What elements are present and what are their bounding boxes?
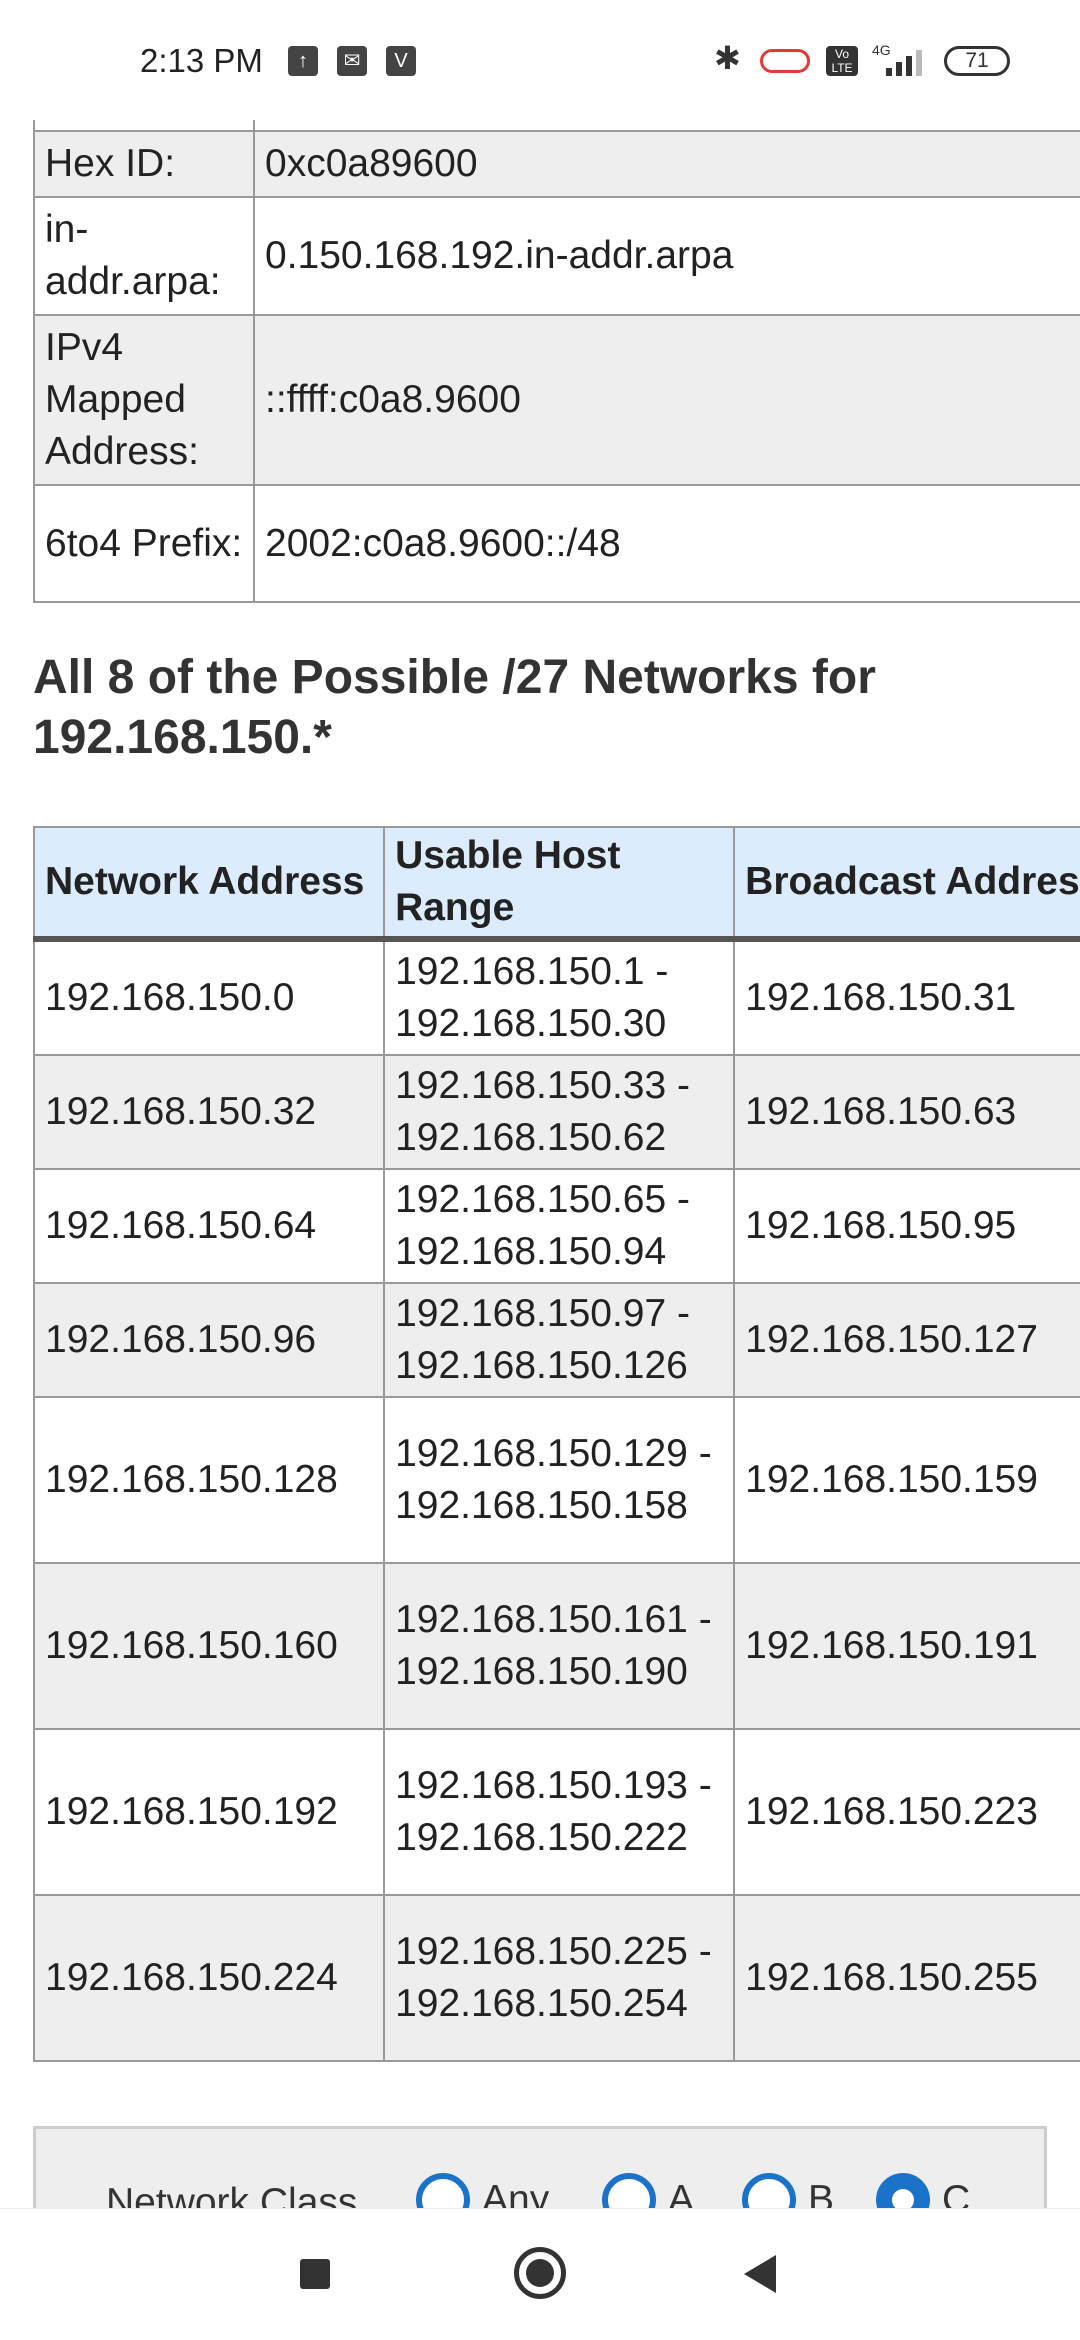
radio-label: C [942, 2178, 971, 2208]
back-button[interactable] [744, 2255, 776, 2293]
radio-label: A [668, 2178, 695, 2208]
volte-icon: Vo LTE [826, 46, 858, 76]
v-app-icon: V [386, 46, 416, 76]
host-range-cell: 192.168.150.129 - 192.168.150.158 [383, 1396, 736, 1564]
network-address-cell: 192.168.150.224 [32, 1894, 386, 2062]
host-range-cell: 192.168.150.1 - 192.168.150.30 [383, 938, 736, 1056]
column-header: Usable Host Range [383, 826, 736, 942]
network-address-cell: 192.168.150.128 [32, 1396, 386, 1564]
host-range-cell: 192.168.150.97 - 192.168.150.126 [383, 1282, 736, 1398]
battery-icon: 71 [944, 46, 1010, 76]
detail-key: Hex ID: [33, 130, 255, 198]
status-bar: 2:13 PM ↑ ✉ V ✱ Vo LTE 4G 71 [0, 0, 1080, 120]
radio-circle-icon[interactable] [742, 2173, 796, 2208]
detail-key: IPv4 Mapped Address: [33, 314, 255, 486]
networks-table-body: 192.168.150.0 192.168.150.1 - 192.168.150… [32, 938, 1080, 2062]
broadcast-address-cell: 192.168.150.255 [733, 1894, 1080, 2062]
table-row: 192.168.150.128 192.168.150.129 - 192.168… [32, 1396, 1080, 1564]
table-row: 192.168.150.160 192.168.150.161 - 192.168… [32, 1562, 1080, 1730]
radio-label: B [808, 2178, 835, 2208]
host-range-cell: 192.168.150.65 - 192.168.150.94 [383, 1168, 736, 1284]
host-range-cell: 192.168.150.33 - 192.168.150.62 [383, 1054, 736, 1170]
network-address-cell: 192.168.150.192 [32, 1728, 386, 1896]
detail-key: 6to4 Prefix: [33, 484, 255, 603]
bluetooth-icon: ✱ [714, 40, 741, 76]
table-row: IPv4 Mapped Address: ::ffff:c0a8.9600 [33, 314, 1080, 486]
host-range-cell: 192.168.150.193 - 192.168.150.222 [383, 1728, 736, 1896]
table-row: 192.168.150.224 192.168.150.225 - 192.168… [32, 1894, 1080, 2062]
radio-a[interactable]: A [602, 2173, 694, 2208]
network-class-label: Network Class [106, 2181, 358, 2208]
table-row: Hex ID: 0xc0a89600 [33, 130, 1080, 198]
table-row: 192.168.150.192 192.168.150.193 - 192.168… [32, 1728, 1080, 1896]
radio-circle-icon[interactable] [602, 2173, 656, 2208]
table-row: 192.168.150.0 192.168.150.1 - 192.168.150… [32, 938, 1080, 1056]
networks-table: Network Address Usable Host Range Broadc… [32, 826, 1080, 2062]
detail-value: ::ffff:c0a8.9600 [253, 314, 1080, 486]
table-row: in-addr.arpa: 0.150.168.192.in-addr.arpa [33, 196, 1080, 316]
broadcast-address-cell: 192.168.150.95 [733, 1168, 1080, 1284]
signal-icon: 4G [872, 42, 928, 78]
table-row: 6to4 Prefix: 2002:c0a8.9600::/48 [33, 484, 1080, 603]
broadcast-address-cell: 192.168.150.127 [733, 1282, 1080, 1398]
detail-value: 2002:c0a8.9600::/48 [253, 484, 1080, 603]
table-row: 192.168.150.96 192.168.150.97 - 192.168.1… [32, 1282, 1080, 1398]
radio-c[interactable]: C [876, 2173, 970, 2208]
detail-value: 0.150.168.192.in-addr.arpa [253, 196, 1080, 316]
radio-selected-icon[interactable] [876, 2173, 930, 2208]
host-range-cell: 192.168.150.161 - 192.168.150.190 [383, 1562, 736, 1730]
network-address-cell: 192.168.150.160 [32, 1562, 386, 1730]
radio-b[interactable]: B [742, 2173, 834, 2208]
network-address-cell: 192.168.150.64 [32, 1168, 386, 1284]
upload-icon: ↑ [288, 46, 318, 76]
radio-label: Any [482, 2178, 550, 2208]
network-type: 4G [872, 42, 891, 58]
home-button[interactable] [514, 2247, 566, 2299]
networks-heading: All 8 of the Possible /27 Networks for 1… [33, 651, 876, 764]
column-header: Network Address [32, 826, 386, 942]
detail-value: 0xc0a89600 [253, 130, 1080, 198]
host-range-cell: 192.168.150.225 - 192.168.150.254 [383, 1894, 736, 2062]
mail-icon: ✉ [337, 46, 367, 76]
data-saver-icon [760, 49, 810, 73]
navigation-bar [0, 2208, 1080, 2340]
broadcast-address-cell: 192.168.150.31 [733, 938, 1080, 1056]
table-row: 192.168.150.64 192.168.150.65 - 192.168.1… [32, 1168, 1080, 1284]
ip-details-table: Integer ID: 3232273920 Hex ID: 0xc0a8960… [33, 60, 1080, 603]
radio-any[interactable]: Any [416, 2173, 549, 2208]
network-address-cell: 192.168.150.0 [32, 938, 386, 1056]
table-row: 192.168.150.32 192.168.150.33 - 192.168.1… [32, 1054, 1080, 1170]
broadcast-address-cell: 192.168.150.223 [733, 1728, 1080, 1896]
broadcast-address-cell: 192.168.150.191 [733, 1562, 1080, 1730]
page-content: Integer ID: 3232273920 Hex ID: 0xc0a8960… [0, 0, 1080, 2208]
detail-key: in-addr.arpa: [33, 196, 255, 316]
network-address-cell: 192.168.150.96 [32, 1282, 386, 1398]
radio-circle-icon[interactable] [416, 2173, 470, 2208]
network-address-cell: 192.168.150.32 [32, 1054, 386, 1170]
broadcast-address-cell: 192.168.150.63 [733, 1054, 1080, 1170]
network-class-form: Network Class Any A B C [33, 2126, 1047, 2208]
broadcast-address-cell: 192.168.150.159 [733, 1396, 1080, 1564]
recents-button[interactable] [300, 2259, 330, 2289]
table-header-row: Network Address Usable Host Range Broadc… [32, 826, 1080, 942]
status-time: 2:13 PM [140, 42, 263, 79]
column-header: Broadcast Address: [733, 826, 1080, 942]
